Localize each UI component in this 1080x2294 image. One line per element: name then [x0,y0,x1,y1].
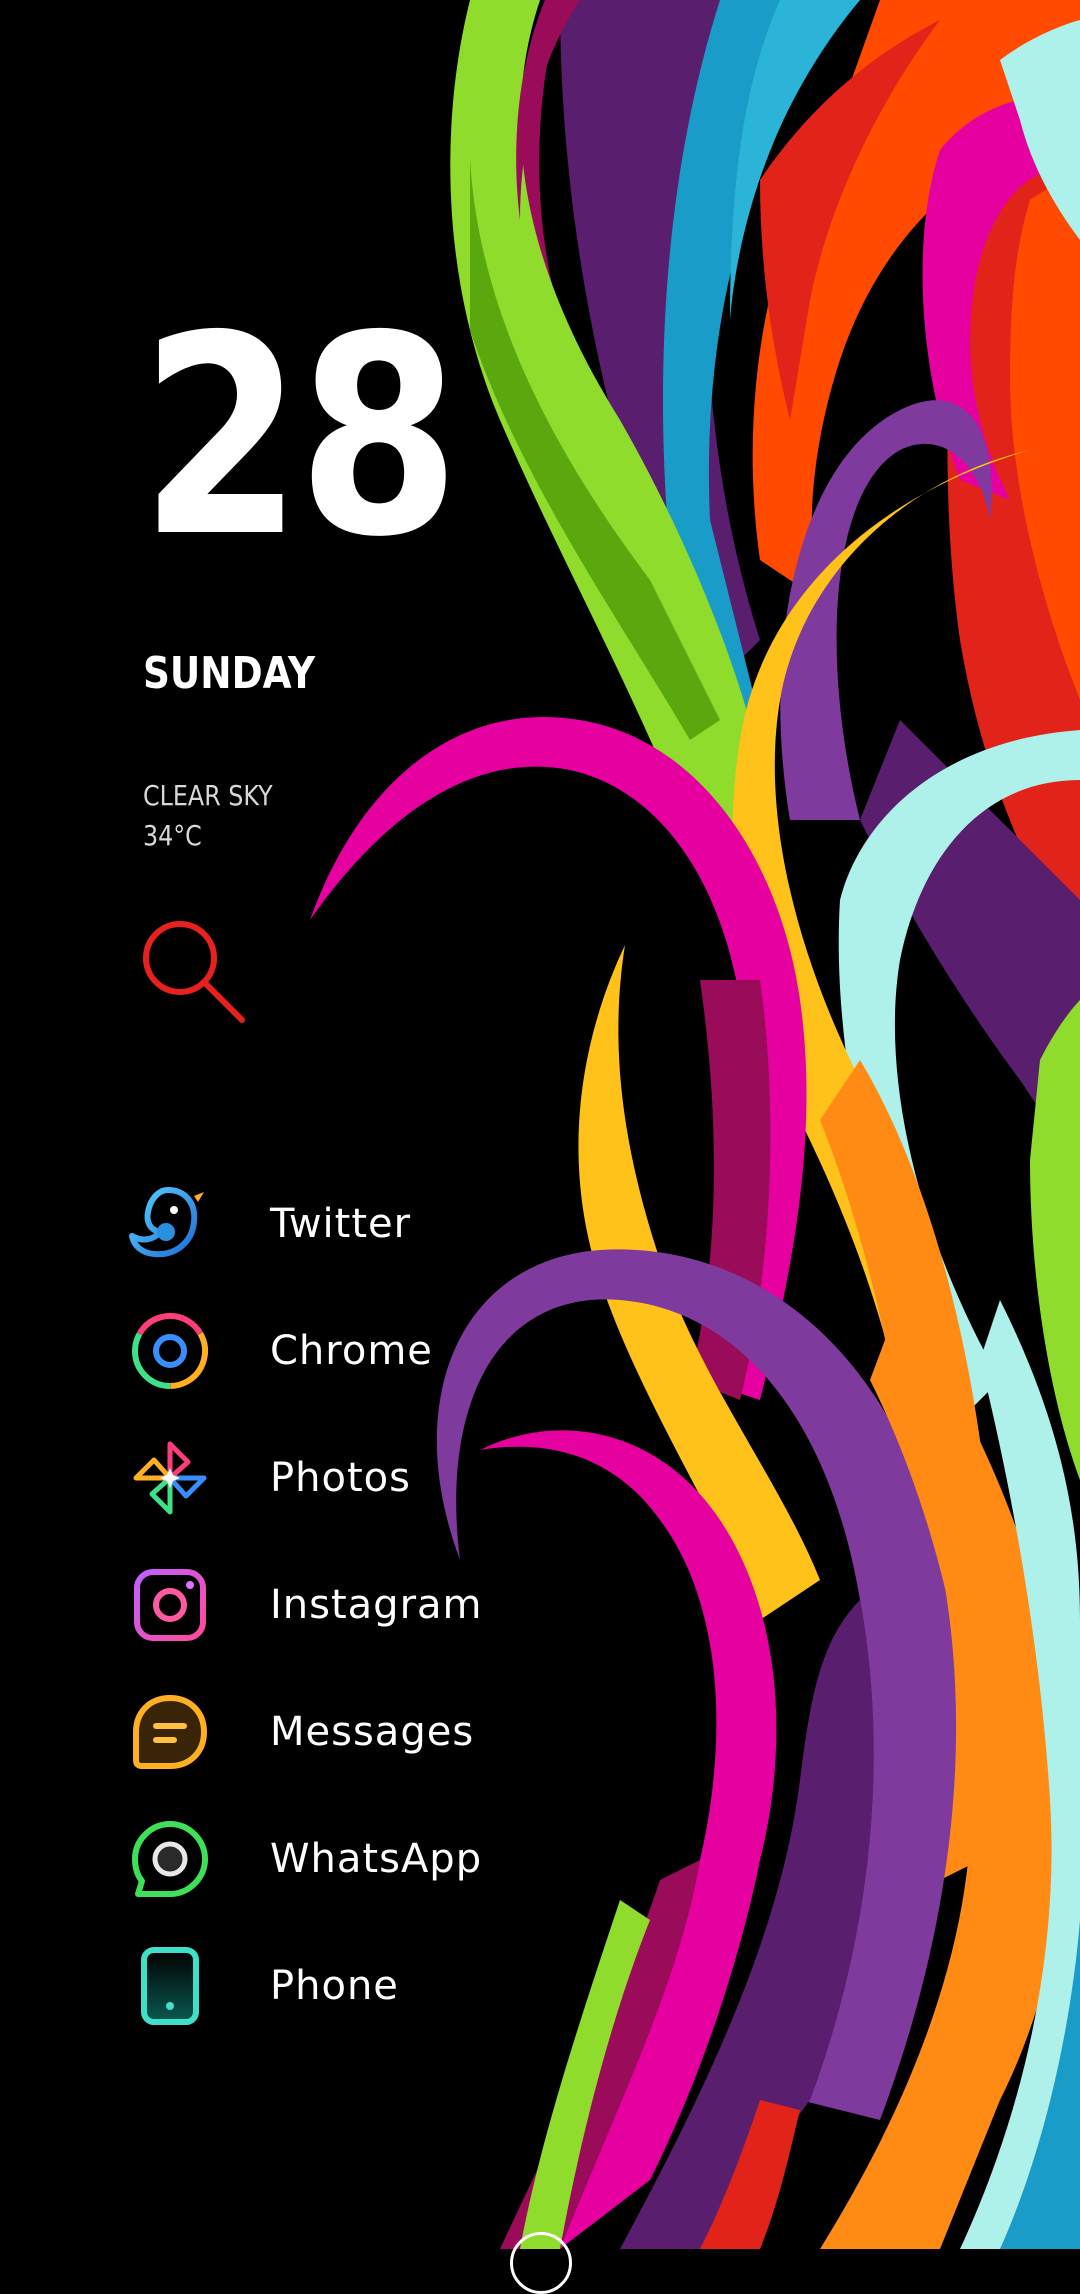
date-number: 28 [140,277,460,597]
app-twitter[interactable]: Twitter [128,1160,628,1287]
phone-icon [141,1946,199,2025]
weather-condition: CLEAR SKY [143,779,273,812]
app-label: Photos [270,1454,411,1501]
app-instagram[interactable]: Instagram [128,1541,628,1668]
app-label: Twitter [270,1200,412,1247]
instagram-icon [134,1568,206,1641]
search-icon [143,921,245,1023]
home-indicator[interactable] [510,2232,572,2294]
app-list: Twitter Chrome Photos Instagram Messages… [128,1160,628,2049]
app-photos[interactable]: Photos [128,1414,628,1541]
app-whatsapp[interactable]: WhatsApp [128,1795,628,1922]
messages-icon [133,1694,208,1769]
app-label: Messages [270,1708,475,1755]
app-label: Instagram [270,1581,483,1628]
app-phone[interactable]: Phone [128,1922,628,2049]
whatsapp-icon [132,1820,208,1897]
photos-pinwheel-icon [133,1441,207,1514]
app-label: WhatsApp [270,1835,483,1882]
chrome-icon [132,1312,208,1389]
app-label: Phone [270,1962,399,2009]
app-label: Chrome [270,1327,433,1374]
app-chrome[interactable]: Chrome [128,1287,628,1414]
day-of-week: SUNDAY [143,648,316,699]
app-messages[interactable]: Messages [128,1668,628,1795]
twitter-bird-icon [129,1186,204,1257]
weather-temperature: 34°C [143,819,202,852]
weather-widget: CLEAR SKY 34°C [143,776,273,856]
search-button[interactable] [140,918,250,1028]
